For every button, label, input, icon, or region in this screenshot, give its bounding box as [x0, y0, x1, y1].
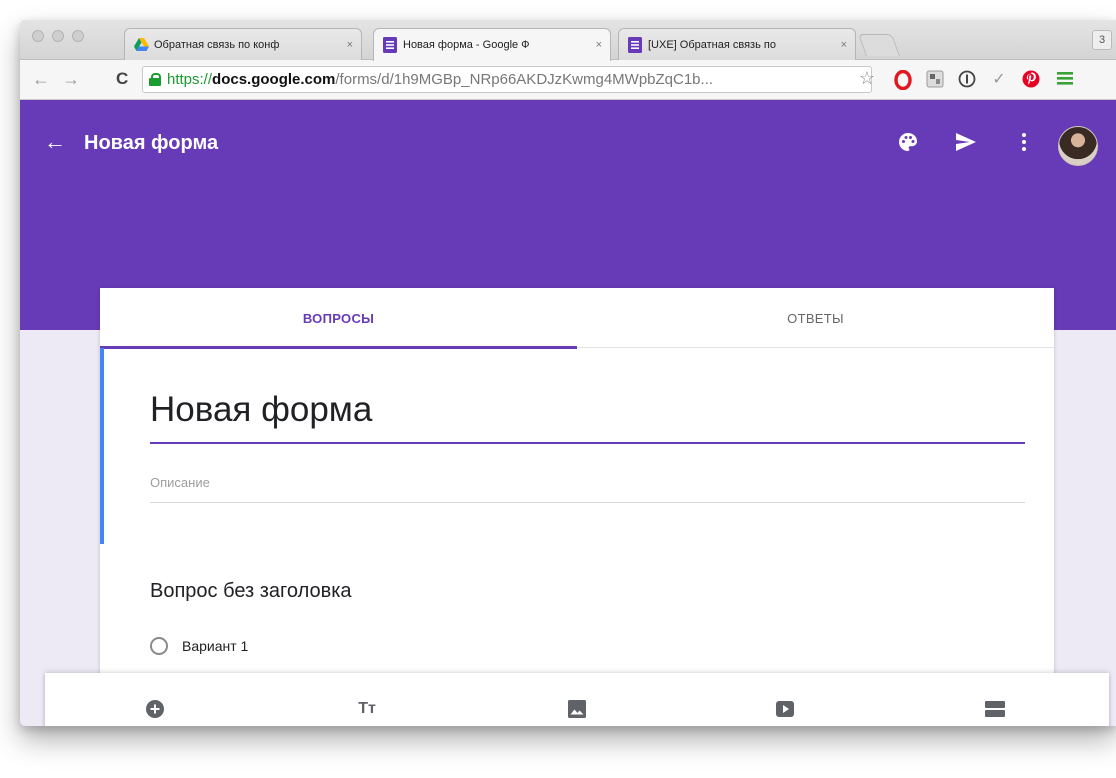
translate-icon[interactable] [924, 70, 946, 94]
browser-tab-title: [UXE] Обратная связь по [648, 38, 776, 51]
section-icon[interactable] [983, 697, 1007, 721]
close-window-button[interactable] [32, 30, 44, 42]
url-path: /forms/d/1h9MGBp_NRp66AKDJzKwmg4MWpbZqC1… [335, 71, 714, 88]
tab-questions[interactable]: ВОПРОСЫ [100, 288, 577, 349]
google-forms-icon [627, 36, 643, 53]
form-card: ВОПРОСЫ ОТВЕТЫ Новая форма Описание Вопр… [100, 288, 1054, 708]
question-title[interactable]: Вопрос без заголовка [150, 578, 352, 604]
option-item[interactable]: Вариант 1 [150, 637, 248, 655]
browser-tab-1[interactable]: Обратная связь по конф × [124, 28, 362, 60]
palette-icon[interactable] [894, 127, 922, 157]
form-tabs: ВОПРОСЫ ОТВЕТЫ [100, 288, 1054, 349]
pinterest-icon[interactable] [1020, 70, 1042, 94]
forms-app: ← Новая форма ВОПРОСЫ ОТВЕТЫ Новая форма… [20, 100, 1116, 726]
minimize-window-button[interactable] [52, 30, 64, 42]
add-question-icon[interactable] [143, 697, 167, 721]
profile-button[interactable]: 3 [1092, 30, 1112, 50]
forward-button[interactable]: → [62, 68, 80, 90]
browser-tab-title: Новая форма - Google Ф [403, 39, 530, 51]
description-field[interactable]: Описание [150, 474, 210, 492]
browser-toolbar: ← → C https://docs.google.com/forms/d/1h… [20, 60, 1116, 100]
more-vert-icon[interactable] [1010, 127, 1038, 157]
image-icon[interactable] [565, 697, 589, 721]
url-host: docs.google.com [212, 71, 336, 88]
back-button[interactable]: ← [32, 68, 50, 90]
bottom-toolbar: Tт [45, 673, 1109, 726]
title-underline [150, 442, 1025, 444]
description-underline [150, 502, 1025, 503]
reload-button[interactable]: C [116, 68, 128, 90]
title-text-icon[interactable]: Tт [355, 697, 379, 721]
browser-tab-2[interactable]: Новая форма - Google Ф × [373, 28, 611, 61]
onepassword-icon[interactable] [956, 70, 978, 94]
header-title: Новая форма [84, 132, 219, 154]
close-tab-icon[interactable]: × [347, 39, 353, 51]
google-drive-icon [133, 37, 149, 53]
address-bar[interactable]: https://docs.google.com/forms/d/1h9MGBp_… [142, 66, 872, 93]
new-tab-button[interactable] [857, 34, 901, 56]
close-tab-icon[interactable]: × [596, 39, 602, 51]
form-title[interactable]: Новая форма [150, 388, 372, 432]
back-arrow-icon[interactable]: ← [44, 130, 66, 154]
browser-window: Обратная связь по конф × Новая форма - G… [20, 20, 1116, 726]
focus-indicator [100, 348, 104, 544]
url-scheme: https:// [167, 71, 213, 88]
video-icon[interactable] [773, 697, 797, 721]
browser-tab-title: Обратная связь по конф [154, 38, 280, 51]
avatar[interactable] [1058, 126, 1098, 166]
google-forms-icon [382, 37, 398, 53]
star-icon[interactable]: ☆ [856, 68, 878, 88]
browser-tab-3[interactable]: [UXE] Обратная связь по × [618, 28, 856, 60]
send-icon[interactable] [952, 127, 980, 157]
tab-responses[interactable]: ОТВЕТЫ [577, 288, 1054, 348]
option-label: Вариант 1 [182, 638, 249, 654]
check-icon[interactable]: ✓ [988, 70, 1010, 90]
maximize-window-button[interactable] [72, 30, 84, 42]
opera-icon[interactable] [892, 69, 914, 96]
close-tab-icon[interactable]: × [841, 39, 847, 51]
tab-strip: Обратная связь по конф × Новая форма - G… [20, 20, 1116, 61]
menu-icon[interactable] [1054, 70, 1076, 92]
lock-icon [149, 73, 161, 86]
radio-button[interactable] [150, 637, 168, 655]
